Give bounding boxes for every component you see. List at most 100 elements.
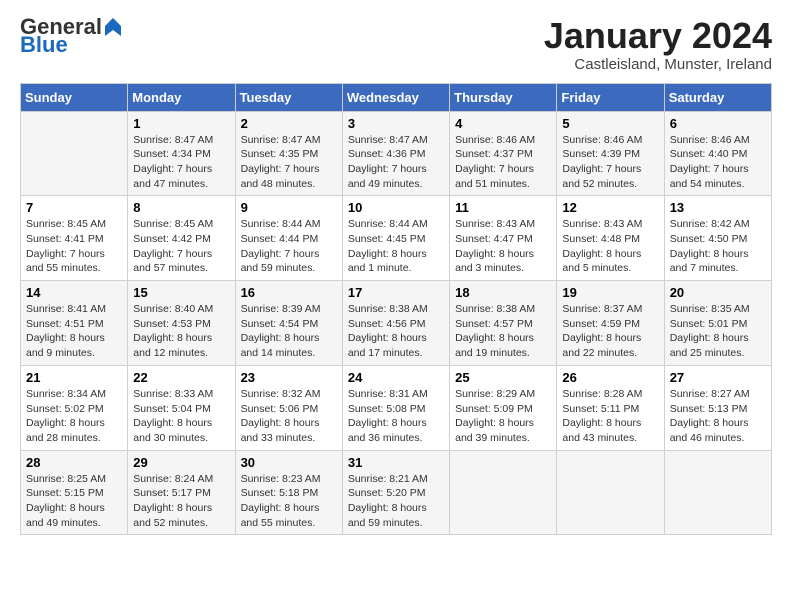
calendar-cell: 26Sunrise: 8:28 AMSunset: 5:11 PMDayligh… [557,365,664,450]
day-number: 3 [348,116,444,131]
day-number: 1 [133,116,229,131]
weekday-header-saturday: Saturday [664,83,771,111]
day-number: 15 [133,285,229,300]
day-detail: Sunrise: 8:45 AMSunset: 4:41 PMDaylight:… [26,217,122,276]
calendar-cell: 27Sunrise: 8:27 AMSunset: 5:13 PMDayligh… [664,365,771,450]
calendar-cell: 2 Sunrise: 8:47 AMSunset: 4:35 PMDaylight… [235,111,342,196]
day-number: 14 [26,285,122,300]
calendar-cell [450,450,557,535]
location-subtitle: Castleisland, Munster, Ireland [544,56,772,73]
calendar-cell: 31 Sunrise: 8:21 AMSunset: 5:20 PMDayligh… [342,450,449,535]
calendar-cell: 13 Sunrise: 8:42 AMSunset: 4:50 PMDayligh… [664,196,771,281]
day-detail: Sunrise: 8:39 AMSunset: 4:54 PMDaylight:… [241,302,337,361]
day-number: 16 [241,285,337,300]
day-number: 12 [562,200,658,215]
day-number: 29 [133,455,229,470]
day-detail: Sunrise: 8:33 AMSunset: 5:04 PMDaylight:… [133,387,229,446]
day-detail: Sunrise: 8:46 AMSunset: 4:40 PMDaylight:… [670,133,766,192]
calendar-cell: 18Sunrise: 8:38 AMSunset: 4:57 PMDayligh… [450,281,557,366]
day-number: 26 [562,370,658,385]
calendar-cell: 24 Sunrise: 8:31 AMSunset: 5:08 PMDayligh… [342,365,449,450]
day-detail: Sunrise: 8:31 AMSunset: 5:08 PMDaylight:… [348,387,444,446]
day-number: 31 [348,455,444,470]
calendar-cell: 3 Sunrise: 8:47 AMSunset: 4:36 PMDaylight… [342,111,449,196]
day-detail: Sunrise: 8:47 AMSunset: 4:35 PMDaylight:… [241,133,337,192]
weekday-header-sunday: Sunday [21,83,128,111]
calendar-cell: 21 Sunrise: 8:34 AMSunset: 5:02 PMDayligh… [21,365,128,450]
weekday-header-monday: Monday [128,83,235,111]
day-detail: Sunrise: 8:32 AMSunset: 5:06 PMDaylight:… [241,387,337,446]
calendar-cell: 23 Sunrise: 8:32 AMSunset: 5:06 PMDayligh… [235,365,342,450]
calendar-cell: 15 Sunrise: 8:40 AMSunset: 4:53 PMDayligh… [128,281,235,366]
day-detail: Sunrise: 8:47 AMSunset: 4:34 PMDaylight:… [133,133,229,192]
page-header: General Blue January 2024 Castleisland, … [20,16,772,73]
day-detail: Sunrise: 8:45 AMSunset: 4:42 PMDaylight:… [133,217,229,276]
day-number: 6 [670,116,766,131]
day-number: 17 [348,285,444,300]
day-detail: Sunrise: 8:23 AMSunset: 5:18 PMDaylight:… [241,472,337,531]
day-number: 21 [26,370,122,385]
weekday-header-friday: Friday [557,83,664,111]
calendar-cell: 22 Sunrise: 8:33 AMSunset: 5:04 PMDayligh… [128,365,235,450]
day-detail: Sunrise: 8:42 AMSunset: 4:50 PMDaylight:… [670,217,766,276]
day-number: 7 [26,200,122,215]
day-number: 27 [670,370,766,385]
calendar-cell: 16 Sunrise: 8:39 AMSunset: 4:54 PMDayligh… [235,281,342,366]
day-detail: Sunrise: 8:46 AMSunset: 4:39 PMDaylight:… [562,133,658,192]
calendar-cell: 30 Sunrise: 8:23 AMSunset: 5:18 PMDayligh… [235,450,342,535]
calendar-cell: 1 Sunrise: 8:47 AMSunset: 4:34 PMDaylight… [128,111,235,196]
calendar-cell: 25Sunrise: 8:29 AMSunset: 5:09 PMDayligh… [450,365,557,450]
day-number: 24 [348,370,444,385]
month-title: January 2024 [544,16,772,56]
calendar-cell: 10 Sunrise: 8:44 AMSunset: 4:45 PMDayligh… [342,196,449,281]
logo-blue-text: Blue [20,34,68,56]
calendar-cell: 9Sunrise: 8:44 AMSunset: 4:44 PMDaylight… [235,196,342,281]
day-number: 23 [241,370,337,385]
weekday-header-wednesday: Wednesday [342,83,449,111]
calendar-cell: 29Sunrise: 8:24 AMSunset: 5:17 PMDayligh… [128,450,235,535]
calendar-cell: 12Sunrise: 8:43 AMSunset: 4:48 PMDayligh… [557,196,664,281]
day-number: 4 [455,116,551,131]
calendar-cell: 5 Sunrise: 8:46 AMSunset: 4:39 PMDaylight… [557,111,664,196]
day-number: 9 [241,200,337,215]
calendar-cell: 11 Sunrise: 8:43 AMSunset: 4:47 PMDayligh… [450,196,557,281]
day-number: 8 [133,200,229,215]
day-detail: Sunrise: 8:21 AMSunset: 5:20 PMDaylight:… [348,472,444,531]
day-detail: Sunrise: 8:34 AMSunset: 5:02 PMDaylight:… [26,387,122,446]
calendar-cell: 7 Sunrise: 8:45 AMSunset: 4:41 PMDaylight… [21,196,128,281]
title-block: January 2024 Castleisland, Munster, Irel… [544,16,772,73]
calendar-cell [664,450,771,535]
day-detail: Sunrise: 8:46 AMSunset: 4:37 PMDaylight:… [455,133,551,192]
day-number: 13 [670,200,766,215]
calendar-cell [557,450,664,535]
day-detail: Sunrise: 8:43 AMSunset: 4:47 PMDaylight:… [455,217,551,276]
calendar-table: SundayMondayTuesdayWednesdayThursdayFrid… [20,83,772,536]
logo: General Blue [20,16,122,56]
day-number: 18 [455,285,551,300]
day-detail: Sunrise: 8:41 AMSunset: 4:51 PMDaylight:… [26,302,122,361]
day-detail: Sunrise: 8:25 AMSunset: 5:15 PMDaylight:… [26,472,122,531]
day-detail: Sunrise: 8:44 AMSunset: 4:45 PMDaylight:… [348,217,444,276]
calendar-cell: 6 Sunrise: 8:46 AMSunset: 4:40 PMDaylight… [664,111,771,196]
logo-icon [104,16,122,38]
day-number: 11 [455,200,551,215]
weekday-header-tuesday: Tuesday [235,83,342,111]
day-detail: Sunrise: 8:47 AMSunset: 4:36 PMDaylight:… [348,133,444,192]
day-detail: Sunrise: 8:35 AMSunset: 5:01 PMDaylight:… [670,302,766,361]
day-number: 25 [455,370,551,385]
day-number: 28 [26,455,122,470]
day-detail: Sunrise: 8:37 AMSunset: 4:59 PMDaylight:… [562,302,658,361]
day-number: 19 [562,285,658,300]
day-detail: Sunrise: 8:38 AMSunset: 4:56 PMDaylight:… [348,302,444,361]
day-number: 2 [241,116,337,131]
calendar-cell [21,111,128,196]
calendar-cell: 20 Sunrise: 8:35 AMSunset: 5:01 PMDayligh… [664,281,771,366]
day-detail: Sunrise: 8:40 AMSunset: 4:53 PMDaylight:… [133,302,229,361]
day-number: 30 [241,455,337,470]
day-number: 10 [348,200,444,215]
day-number: 22 [133,370,229,385]
day-number: 5 [562,116,658,131]
day-number: 20 [670,285,766,300]
calendar-cell: 28 Sunrise: 8:25 AMSunset: 5:15 PMDayligh… [21,450,128,535]
calendar-cell: 8 Sunrise: 8:45 AMSunset: 4:42 PMDaylight… [128,196,235,281]
